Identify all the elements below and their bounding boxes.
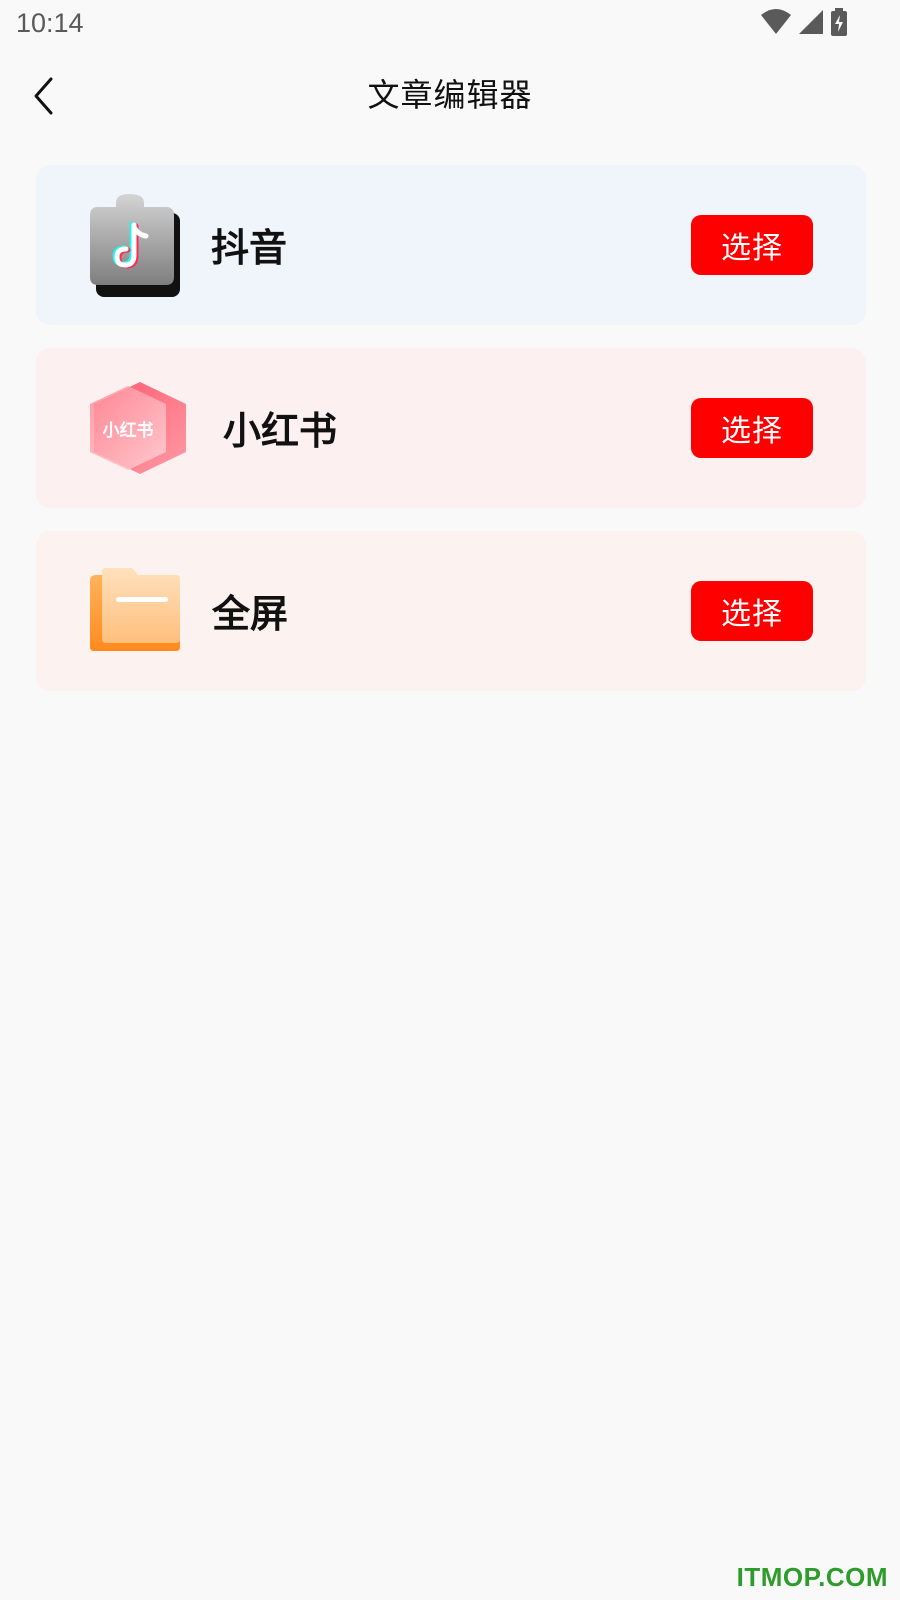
screen: 10:14 文章编辑器 抖音 选择 小红书 小红书 选择 全屏 选择 ITMOP… — [0, 0, 900, 1600]
battery-charging-icon — [830, 8, 848, 40]
signal-icon — [798, 9, 824, 39]
card-xiaohongshu[interactable]: 小红书 小红书 选择 — [36, 348, 866, 508]
xiaohongshu-app-icon: 小红书 — [88, 380, 188, 486]
status-icons — [760, 8, 848, 40]
page-title: 文章编辑器 — [367, 76, 533, 114]
select-button-fullscreen[interactable]: 选择 — [691, 581, 813, 641]
douyin-app-icon — [86, 193, 186, 299]
watermark: ITMOP.COM — [736, 1562, 888, 1592]
wifi-icon — [760, 9, 792, 39]
status-bar: 10:14 — [0, 0, 900, 50]
card-label-douyin: 抖音 — [211, 226, 288, 270]
card-label-fullscreen: 全屏 — [212, 592, 289, 636]
app-bar: 文章编辑器 — [0, 50, 900, 140]
status-time: 10:14 — [16, 8, 84, 38]
xiaohongshu-icon-text: 小红书 — [103, 420, 154, 441]
card-label-xiaohongshu: 小红书 — [223, 409, 338, 453]
select-button-douyin[interactable]: 选择 — [691, 215, 813, 275]
card-fullscreen[interactable]: 全屏 选择 — [36, 531, 866, 691]
select-button-xiaohongshu[interactable]: 选择 — [691, 398, 813, 458]
folder-icon — [88, 567, 188, 673]
card-douyin[interactable]: 抖音 选择 — [36, 165, 866, 325]
